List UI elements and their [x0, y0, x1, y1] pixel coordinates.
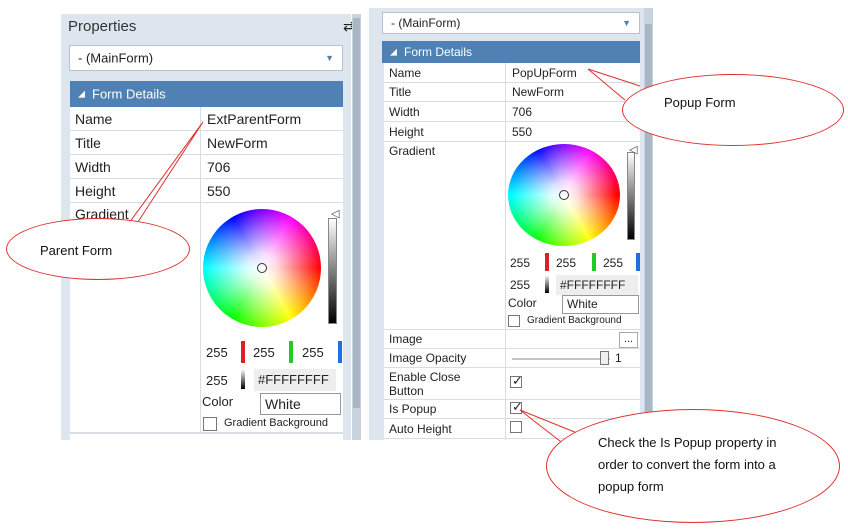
callout-text: Check the Is Popup property in order to … [598, 435, 777, 494]
popup-form-callout: Popup Form [622, 74, 844, 146]
parent-form-callout: Parent Form [6, 218, 190, 280]
is-popup-callout: Check the Is Popup property in order to … [546, 409, 840, 523]
callout-text: Popup Form [664, 95, 736, 110]
callout-text: Parent Form [40, 243, 113, 258]
